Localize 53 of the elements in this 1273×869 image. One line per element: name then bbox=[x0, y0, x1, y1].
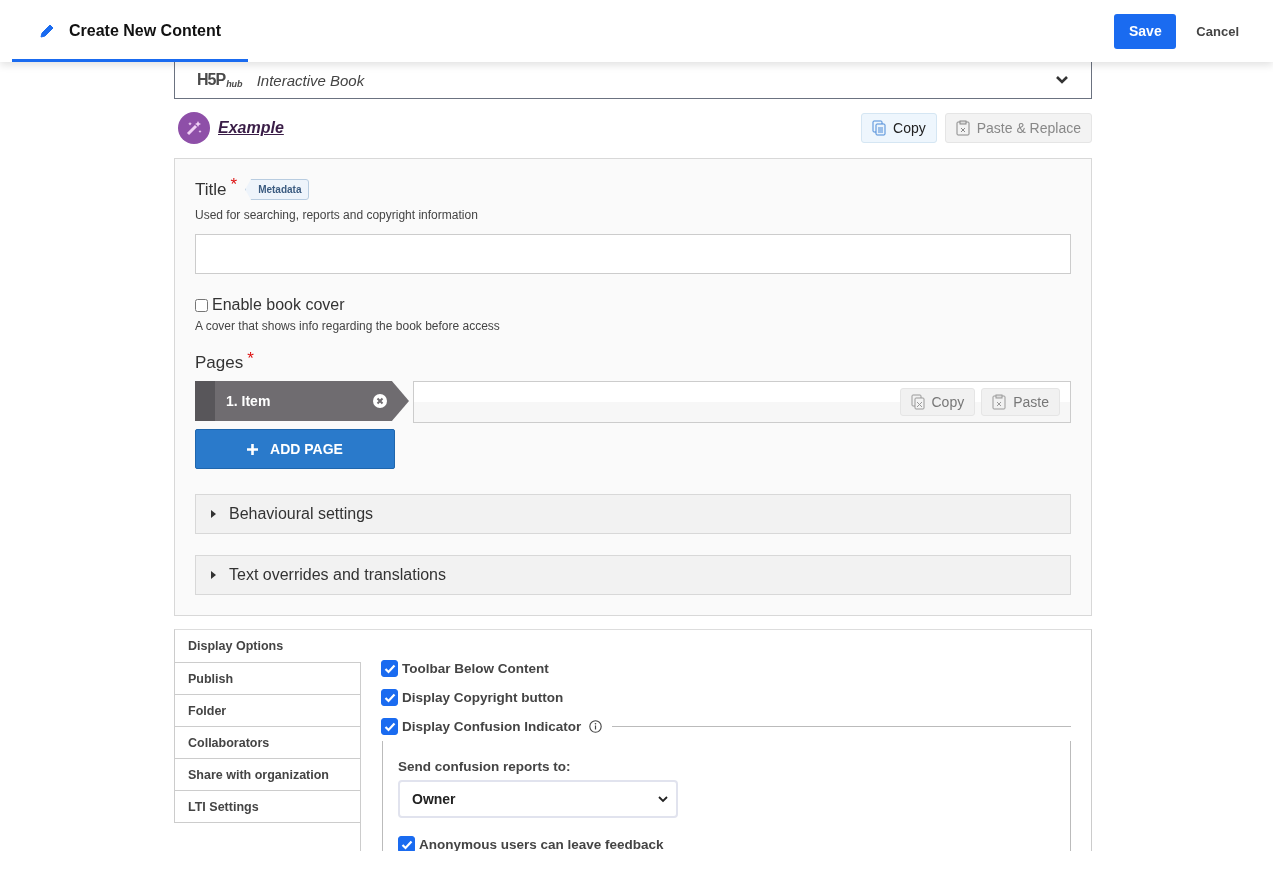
field-label: Pages bbox=[195, 353, 244, 373]
save-button[interactable]: Save bbox=[1114, 13, 1177, 49]
option-label: Display Copyright button bbox=[402, 690, 564, 705]
settings-tab[interactable]: Share with organization bbox=[174, 759, 361, 791]
settings-tab[interactable]: Folder bbox=[174, 695, 361, 727]
checkbox[interactable] bbox=[381, 718, 398, 735]
section-title: Text overrides and translations bbox=[229, 566, 446, 584]
magic-wand-icon bbox=[178, 112, 210, 144]
settings-tab[interactable]: Collaborators bbox=[174, 727, 361, 759]
copy-icon bbox=[910, 394, 925, 410]
page-list-item[interactable]: 1. Item bbox=[195, 381, 409, 421]
checkbox[interactable] bbox=[381, 660, 398, 677]
remove-icon[interactable] bbox=[373, 394, 387, 408]
copy-button[interactable]: Copy bbox=[861, 113, 937, 143]
page-item-label: 1. Item bbox=[226, 393, 272, 409]
checkbox-label: Enable book cover bbox=[212, 296, 345, 314]
chevron-icon bbox=[658, 795, 668, 803]
settings-tab[interactable]: LTI Settings bbox=[174, 791, 361, 823]
copy-button[interactable]: Copy bbox=[899, 388, 976, 416]
title-input[interactable] bbox=[195, 234, 1071, 274]
collapsible-section[interactable]: Text overrides and translations bbox=[195, 555, 1071, 595]
page-tab[interactable]: Create New Content bbox=[12, 0, 248, 62]
field-description: A cover that shows info regarding the book before access bbox=[195, 319, 501, 333]
caret-icon bbox=[211, 510, 216, 518]
example-link[interactable]: Example bbox=[218, 119, 284, 137]
caret-icon bbox=[211, 571, 216, 579]
checkbox[interactable] bbox=[398, 836, 415, 851]
plus-icon bbox=[247, 443, 259, 455]
clipboard-icon bbox=[992, 394, 1007, 410]
metadata-button[interactable]: Metadata bbox=[245, 179, 310, 200]
content-type-name: Interactive Book bbox=[256, 71, 365, 89]
pencil-icon bbox=[39, 23, 55, 39]
option-label: Anonymous users can leave feedback bbox=[419, 837, 664, 851]
copy-icon bbox=[872, 120, 886, 136]
paste-button[interactable]: Paste bbox=[981, 388, 1060, 416]
required-mark: * bbox=[230, 175, 238, 195]
settings-tab[interactable]: Publish bbox=[174, 663, 361, 695]
recipient-dropdown[interactable]: Owner bbox=[398, 780, 678, 818]
info-icon[interactable] bbox=[589, 720, 603, 733]
option-label: Display Confusion Indicator bbox=[402, 719, 582, 734]
collapsible-section[interactable]: Behavioural settings bbox=[195, 494, 1071, 534]
settings-tab[interactable]: Display Options bbox=[174, 629, 361, 663]
checkbox[interactable] bbox=[381, 689, 398, 706]
required-mark: * bbox=[247, 349, 254, 369]
field-label: Send confusion reports to: bbox=[398, 759, 572, 774]
section-title: Behavioural settings bbox=[229, 505, 374, 523]
option-label: Toolbar Below Content bbox=[402, 661, 549, 676]
add-page-button[interactable]: ADD PAGE bbox=[195, 429, 395, 469]
clipboard-icon bbox=[955, 120, 970, 136]
cancel-button[interactable]: Cancel bbox=[1188, 23, 1247, 39]
field-description: Used for searching, reports and copyright information bbox=[195, 208, 479, 222]
field-label: Title bbox=[195, 179, 227, 200]
checkbox[interactable] bbox=[195, 298, 208, 312]
